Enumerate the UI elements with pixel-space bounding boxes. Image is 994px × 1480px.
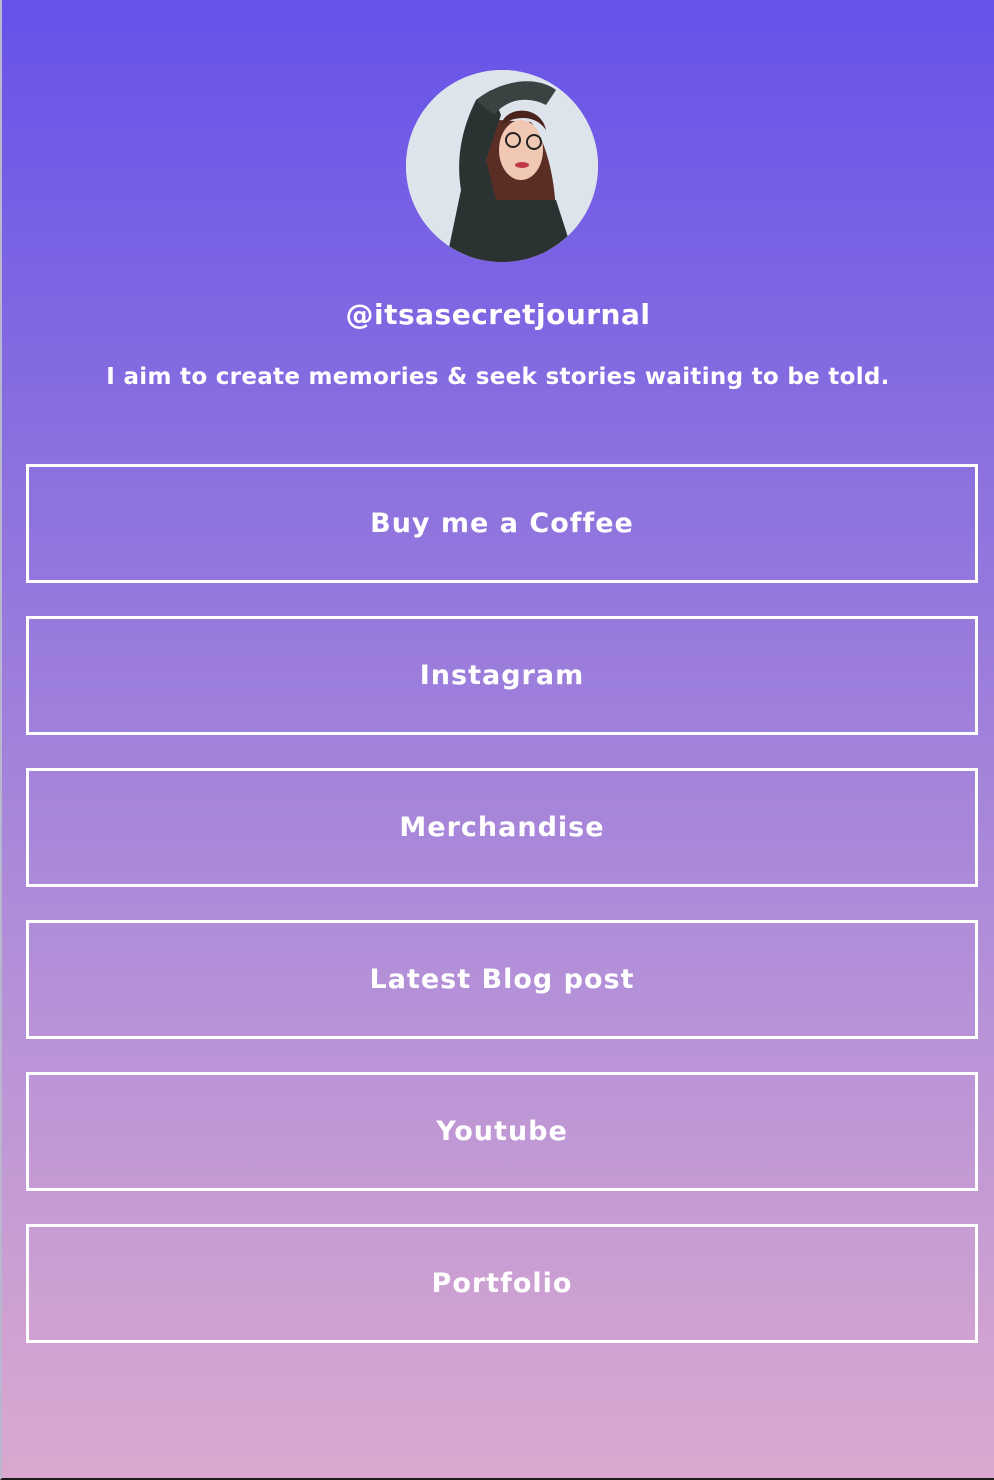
linktree-page: @itsasecretjournal I aim to create memor… — [2, 0, 994, 1478]
profile-handle: @itsasecretjournal — [345, 298, 651, 331]
link-list: Buy me a Coffee Instagram Merchandise La… — [26, 464, 978, 1376]
link-button-buy-me-a-coffee[interactable]: Buy me a Coffee — [26, 464, 978, 583]
profile-bio: I aim to create memories & seek stories … — [106, 364, 890, 390]
link-button-latest-blog-post[interactable]: Latest Blog post — [26, 920, 978, 1039]
profile-photo-icon — [406, 70, 598, 262]
link-button-portfolio[interactable]: Portfolio — [26, 1224, 978, 1343]
avatar[interactable] — [406, 70, 598, 262]
link-button-instagram[interactable]: Instagram — [26, 616, 978, 735]
link-button-merchandise[interactable]: Merchandise — [26, 768, 978, 887]
link-button-youtube[interactable]: Youtube — [26, 1072, 978, 1191]
